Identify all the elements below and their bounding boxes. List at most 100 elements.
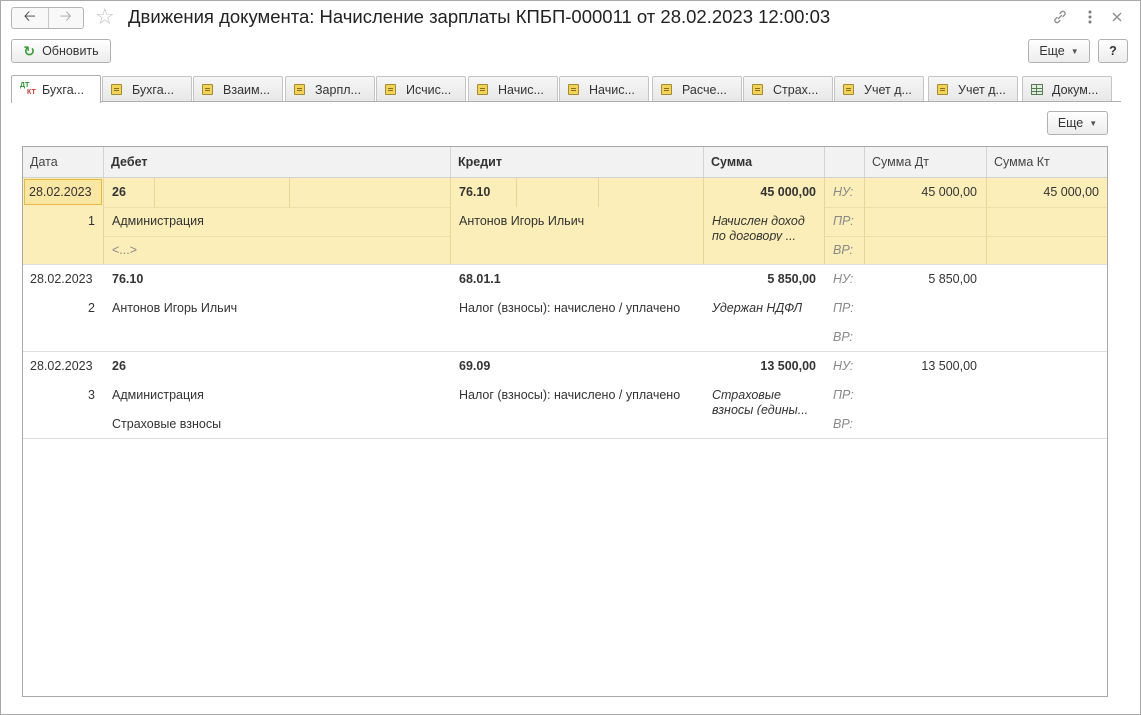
register-icon [568, 84, 579, 95]
content-cell[interactable]: Начислен доход по договору ... [712, 207, 820, 241]
favorite-button[interactable]: ☆ [95, 4, 115, 30]
nu-sum-dt[interactable]: 45 000,00 [865, 178, 977, 207]
tab-accruals-2[interactable]: Начис... [559, 76, 649, 102]
tab-insurance[interactable]: Страх... [743, 76, 833, 102]
link-button[interactable] [1050, 7, 1070, 27]
debit-subconto-1[interactable]: Администрация [112, 207, 442, 236]
tab-label: Бухга... [42, 82, 85, 97]
star-icon: ☆ [95, 4, 115, 29]
more-button[interactable]: Еще ▼ [1028, 39, 1090, 63]
forward-button[interactable]: 🡢 [47, 7, 84, 28]
column-sum-kt[interactable]: Сумма Кт [987, 147, 1107, 177]
amount-cell[interactable]: 5 850,00 [704, 265, 816, 294]
tab-label: Бухга... [132, 82, 175, 97]
date-cell[interactable]: 28.02.2023 [24, 179, 102, 205]
tab-calculated-tax[interactable]: Исчис... [376, 76, 466, 102]
arrow-left-icon: 🡠 [23, 7, 36, 25]
credit-subconto-1[interactable]: Антонов Игорь Ильич [459, 207, 699, 236]
help-label: ? [1109, 44, 1117, 58]
nu-label: НУ: [833, 359, 854, 373]
content-cell[interactable]: Страховые взносы (едины... [712, 381, 820, 415]
postings-table: Дата Дебет Кредит Сумма Сумма Дт Сумма К… [22, 146, 1108, 697]
credit-account[interactable]: 69.09 [459, 352, 539, 381]
tab-income-1[interactable]: Учет д... [834, 76, 924, 102]
tab-income-2[interactable]: Учет д... [928, 76, 1018, 102]
register-icon [385, 84, 396, 95]
table-row[interactable]: 28.02.2023 2 76.10 Антонов Игорь Ильич 6… [23, 265, 1107, 352]
tab-strip: ДТ КТ Бухга... Бухга... Взаим... Зарпл...… [11, 75, 1121, 103]
refresh-label: Обновить [42, 44, 99, 58]
tab-label: Расче... [682, 82, 727, 97]
column-credit[interactable]: Кредит [451, 147, 704, 177]
nu-sum-dt[interactable]: 5 850,00 [865, 265, 977, 294]
vr-label: ВР: [833, 330, 854, 344]
title-bar: 🡠 🡢 ☆ Движения документа: Начисление зар… [1, 1, 1140, 35]
window-frame: 🡠 🡢 ☆ Движения документа: Начисление зар… [0, 0, 1141, 715]
caret-down-icon: ▼ [1089, 118, 1098, 128]
debit-account[interactable]: 26 [112, 352, 152, 381]
column-debit[interactable]: Дебет [104, 147, 451, 177]
tab-salary[interactable]: Зарпл... [285, 76, 375, 102]
tab-accruals-1[interactable]: Начис... [468, 76, 558, 102]
nu-label: НУ: [833, 272, 854, 286]
register-icon [937, 84, 948, 95]
table-row[interactable]: 28.02.2023 3 26 Администрация Страховые … [23, 352, 1107, 439]
grid-more-button[interactable]: Еще ▼ [1047, 111, 1108, 135]
tab-label: Учет д... [958, 82, 1006, 97]
nu-sum-kt[interactable]: 45 000,00 [987, 178, 1099, 207]
nu-sum-dt[interactable]: 13 500,00 [865, 352, 977, 381]
register-icon [202, 84, 213, 95]
date-cell[interactable]: 28.02.2023 [30, 265, 102, 294]
debit-account[interactable]: 26 [112, 178, 152, 207]
credit-subconto-1[interactable]: Налог (взносы): начислено / уплачено [459, 381, 699, 410]
row-number: 2 [88, 301, 95, 315]
tab-calculations[interactable]: Расче... [652, 76, 742, 102]
more-label: Еще [1057, 116, 1084, 130]
back-button[interactable]: 🡠 [12, 8, 48, 28]
column-date[interactable]: Дата [23, 147, 104, 177]
pr-label: ПР: [833, 301, 854, 315]
kebab-menu-icon [1088, 10, 1092, 24]
table-row[interactable]: 28.02.2023 1 26 Администрация <...> 76.1… [23, 178, 1107, 265]
close-button[interactable] [1107, 7, 1127, 27]
tab-accounting[interactable]: Бухга... [102, 76, 192, 102]
register-icon [294, 84, 305, 95]
tab-documents[interactable]: Докум... [1022, 76, 1112, 102]
amount-cell[interactable]: 45 000,00 [704, 178, 816, 207]
credit-account[interactable]: 68.01.1 [459, 265, 539, 294]
register-icon [477, 84, 488, 95]
vr-label: ВР: [833, 243, 854, 257]
debit-subconto-1[interactable]: Администрация [112, 381, 442, 410]
more-menu-button[interactable] [1080, 7, 1100, 27]
close-icon [1112, 12, 1122, 22]
tab-label: Начис... [498, 82, 544, 97]
debit-subconto-2[interactable]: <...> [112, 236, 442, 265]
debit-subconto-1[interactable]: Антонов Игорь Ильич [112, 294, 442, 323]
table-header: Дата Дебет Кредит Сумма Сумма Дт Сумма К… [23, 147, 1107, 178]
tab-settlements[interactable]: Взаим... [193, 76, 283, 102]
column-sum-dt[interactable]: Сумма Дт [865, 147, 987, 177]
caret-down-icon: ▼ [1070, 46, 1079, 56]
pr-label: ПР: [833, 388, 854, 402]
vr-label: ВР: [833, 417, 854, 431]
tab-accounting-tax[interactable]: ДТ КТ Бухга... [11, 75, 101, 103]
table-icon [1031, 84, 1043, 95]
content-cell[interactable]: Удержан НДФЛ [712, 294, 820, 323]
debit-subconto-2[interactable]: Страховые взносы [112, 410, 442, 439]
register-icon [661, 84, 672, 95]
register-icon [843, 84, 854, 95]
column-sum[interactable]: Сумма [704, 147, 825, 177]
help-button[interactable]: ? [1098, 39, 1128, 63]
credit-subconto-1[interactable]: Налог (взносы): начислено / уплачено [459, 294, 699, 323]
arrow-right-icon: 🡢 [59, 7, 72, 25]
debit-account[interactable]: 76.10 [112, 265, 172, 294]
date-cell[interactable]: 28.02.2023 [30, 352, 102, 381]
amount-cell[interactable]: 13 500,00 [704, 352, 816, 381]
nu-label: НУ: [833, 185, 854, 199]
credit-account[interactable]: 76.10 [459, 178, 514, 207]
tab-label: Докум... [1052, 82, 1099, 97]
pr-label: ПР: [833, 214, 854, 228]
refresh-button[interactable]: ↻ Обновить [11, 39, 111, 63]
column-register-type [825, 147, 865, 177]
dt-kt-icon: ДТ КТ [20, 81, 36, 96]
